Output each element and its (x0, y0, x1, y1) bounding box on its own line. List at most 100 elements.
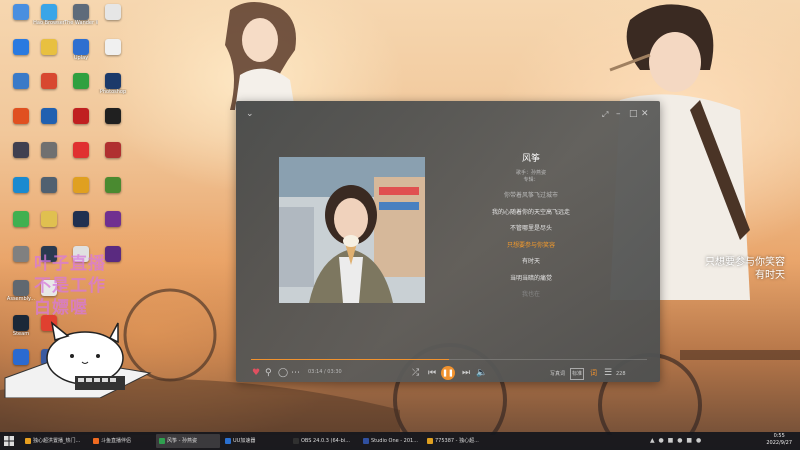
playback-time: 03:14 / 03:30 (308, 369, 342, 375)
app-icon (41, 73, 57, 89)
desktop-icon[interactable] (96, 142, 130, 158)
app-icon (13, 142, 29, 158)
app-icon (41, 38, 57, 55)
pause-button[interactable]: ❚❚ (441, 366, 455, 380)
cat-keyboard-sticker (4, 321, 152, 398)
taskbar-task[interactable]: 斗鱼直播伴侣 (90, 434, 154, 448)
app-icon (73, 38, 89, 55)
playlist-count: 228 (616, 371, 626, 377)
app-icon (105, 211, 121, 227)
desktop-icon[interactable] (64, 211, 98, 227)
app-icon (41, 211, 57, 227)
app-icon (73, 73, 89, 89)
desktop-icon[interactable] (96, 211, 130, 227)
desktop-icon[interactable] (32, 73, 66, 89)
task-label: 斗鱼直播伴侣 (101, 438, 132, 444)
lyric-line[interactable]: 我的心随着你的天空高飞远走 (466, 205, 596, 222)
system-tray: ▲ ● ■ ● ■ ● 0:55 2022/9/27 (650, 432, 800, 450)
desktop-icon[interactable] (96, 107, 130, 124)
maximize-icon[interactable]: □ (629, 109, 638, 119)
desktop-icon[interactable] (32, 176, 66, 193)
task-label: UU加速器 (233, 438, 256, 444)
playback-controls: ♥ ⚲ ◯ ⋯ 03:14 / 03:30 ⤮ ⏮ ❚❚ ⏭ 🔈 写真词 标准 … (236, 364, 660, 382)
desktop-lyrics[interactable]: 只想要参与你笑容 有时天 (705, 256, 785, 282)
shrink-icon[interactable]: ⤢ (602, 110, 608, 120)
desktop-icon[interactable] (96, 38, 130, 55)
quality-badge[interactable]: 标准 (570, 368, 585, 380)
desktop-lyric-icon[interactable]: 词 (590, 368, 597, 378)
gift-icon[interactable]: ⚲ (265, 368, 272, 378)
lyric-line[interactable]: 当明当暗的痛觉 (466, 271, 596, 288)
previous-track-icon[interactable]: ⏮ (428, 368, 436, 378)
album-line[interactable]: 专辑： (466, 177, 596, 184)
taskbar-task[interactable]: 风筝 - 孙燕姿 (156, 434, 220, 448)
app-icon (105, 4, 121, 20)
windows-start-icon[interactable] (4, 436, 14, 446)
desktop-icon[interactable] (32, 107, 66, 124)
task-label: 风筝 - 孙燕姿 (167, 438, 197, 444)
desktop-icon[interactable] (64, 142, 98, 158)
taskbar-task[interactable]: Studio One - 201... (360, 434, 424, 448)
taskbar-task[interactable]: UU加速器 (222, 434, 286, 448)
app-icon (105, 142, 121, 158)
desktop-icon[interactable] (32, 142, 66, 158)
desktop-icon[interactable]: The Wander Wild Host (64, 4, 98, 26)
minimize-icon[interactable]: – (616, 109, 621, 119)
close-icon[interactable]: ✕ (641, 109, 649, 119)
desktop-icon[interactable]: Photoshop (96, 73, 130, 95)
tray-icons[interactable]: ▲ ● ■ ● ■ ● (650, 437, 702, 444)
desktop-icon[interactable] (64, 107, 98, 124)
app-icon (41, 176, 57, 193)
desktop-icon[interactable]: Hao Browser (32, 4, 66, 26)
desktop-icon[interactable]: Uplay (64, 38, 98, 61)
progress-bar[interactable] (251, 359, 647, 360)
lyrics-panel: 风筝 歌手：孙燕姿 专辑： 你带着风筝飞过城市 我的心随着你的天空高飞远走 不管哪里… (466, 151, 596, 304)
background-girl-art (225, 1, 296, 110)
task-app-icon (427, 437, 433, 444)
shuffle-icon[interactable]: ⤮ (412, 368, 419, 378)
music-player-window: ⌄ ⤢ – □ ✕ 风筝 歌手：孙燕姿 专辑： 你带着风筝飞过城市 我的心随着你的… (236, 101, 660, 382)
current-lyric-line[interactable]: 只想要参与你笑容 (466, 238, 596, 255)
lyric-lines: 你带着风筝飞过城市 我的心随着你的天空高飞远走 不管哪里是尽头 只想要参与你笑容 有时天… (466, 188, 596, 304)
taskbar-task[interactable]: 独心超洪置播_热门... (22, 434, 86, 448)
app-icon (41, 4, 57, 20)
lyric-line[interactable]: 有时天 (466, 254, 596, 271)
taskbar-task[interactable]: 775387 - 独心超... (424, 434, 488, 448)
desktop-icon-label: Hao Browser (33, 20, 65, 26)
task-label: 775387 - 独心超... (435, 438, 479, 444)
overlay-line: 叶子直播 (34, 254, 106, 274)
lyric-line[interactable]: 我也在 (466, 287, 596, 304)
desktop-icon[interactable] (64, 73, 98, 89)
lyric-line[interactable]: 不管哪里是尽头 (466, 221, 596, 238)
lyric-line[interactable]: 你带着风筝飞过城市 (466, 188, 596, 205)
taskbar: 独心超洪置播_热门... 斗鱼直播伴侣 风筝 - 孙燕姿 UU加速器 OBS 24.0.… (0, 432, 800, 450)
playlist-icon[interactable]: ☰ (604, 368, 612, 378)
next-track-icon[interactable]: ⏭ (462, 368, 470, 378)
album-cover (279, 157, 425, 303)
more-icon[interactable]: ⋯ (291, 368, 300, 378)
app-icon (73, 176, 89, 193)
desktop-icon[interactable] (96, 4, 130, 20)
desktop-icon[interactable] (32, 38, 66, 55)
desktop-icon[interactable] (32, 211, 66, 227)
volume-icon[interactable]: 🔈 (476, 368, 487, 378)
lyric-mode-button[interactable]: 写真词 (550, 369, 565, 379)
like-heart-icon[interactable]: ♥ (252, 368, 260, 378)
taskbar-task[interactable]: OBS 24.0.3 (64-bi... (290, 434, 354, 448)
app-icon (73, 4, 89, 20)
singer-line[interactable]: 歌手：孙燕姿 (466, 170, 596, 177)
desktop-icon[interactable] (96, 176, 130, 193)
desktop-lyric-line: 有时天 (755, 270, 785, 281)
task-app-icon (363, 437, 369, 444)
progress-fill (251, 359, 449, 360)
app-icon (13, 245, 29, 262)
app-icon (13, 280, 29, 296)
clock[interactable]: 0:55 2022/9/27 (766, 433, 792, 447)
desktop-icon[interactable] (64, 176, 98, 193)
desktop-icon-label: Photoshop (99, 89, 127, 95)
app-icon (73, 142, 89, 158)
player-titlebar[interactable]: ⌄ ⤢ – □ ✕ (236, 101, 660, 127)
comment-icon[interactable]: ◯ (278, 368, 288, 378)
clock-time: 0:55 (773, 433, 785, 439)
collapse-chevron-icon[interactable]: ⌄ (246, 109, 254, 119)
